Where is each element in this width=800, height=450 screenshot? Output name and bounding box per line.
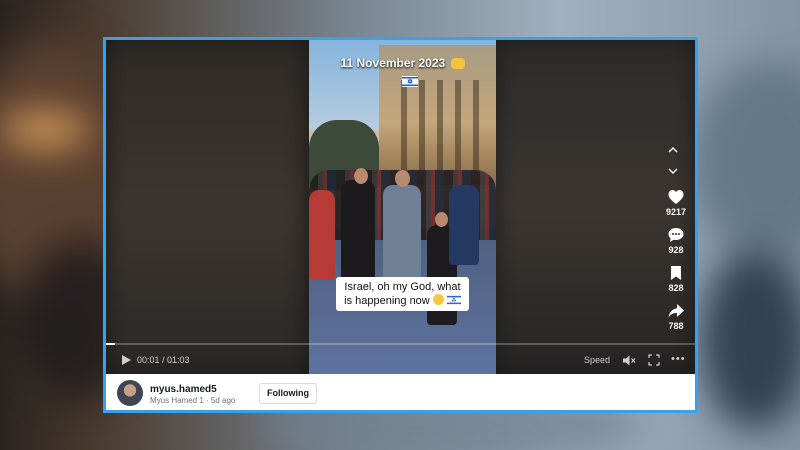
- like-button[interactable]: 9217: [661, 188, 691, 217]
- share-icon: [668, 304, 684, 318]
- heart-icon: [668, 190, 684, 204]
- date-text: 11 November 2023: [340, 56, 446, 70]
- video-caption: Israel, oh my God, what is happening now: [336, 277, 469, 311]
- screaming-face-emoji-icon: [432, 294, 444, 305]
- speed-button[interactable]: Speed: [584, 355, 610, 365]
- chevron-down-icon: [668, 168, 678, 174]
- video-area[interactable]: 11 November 2023 Israel, oh my God, what…: [106, 40, 695, 374]
- following-button[interactable]: Following: [259, 383, 317, 404]
- comment-button[interactable]: 928: [661, 226, 691, 255]
- share-button[interactable]: 788: [661, 302, 691, 331]
- avatar[interactable]: [117, 380, 143, 406]
- bookmark-icon: [671, 266, 681, 280]
- username[interactable]: myus.hamed5: [150, 384, 217, 395]
- israel-flag-icon: [402, 76, 418, 87]
- player-controls: 00:01 / 01:03 Speed •••: [106, 350, 695, 372]
- caption-line-1: Israel, oh my God, what: [344, 281, 461, 293]
- progress-bar[interactable]: [106, 343, 695, 345]
- previous-video-button[interactable]: [661, 138, 685, 160]
- author-subline: Myus Hamed 1 · 5d ago: [150, 396, 236, 405]
- more-options-icon[interactable]: •••: [671, 354, 685, 366]
- share-count: 788: [668, 321, 684, 331]
- progress-fill: [106, 343, 116, 345]
- date-overlay: 11 November 2023: [309, 56, 496, 70]
- fullscreen-icon[interactable]: [648, 354, 660, 366]
- video-blur-left: [106, 40, 306, 374]
- video-player-card: 11 November 2023 Israel, oh my God, what…: [103, 37, 698, 413]
- time-display: 00:01 / 01:03: [137, 355, 190, 365]
- video-clip[interactable]: 11 November 2023 Israel, oh my God, what…: [309, 40, 496, 374]
- bookmark-button[interactable]: 828: [661, 264, 691, 293]
- comment-icon: [668, 228, 684, 242]
- author-bar: myus.hamed5 Myus Hamed 1 · 5d ago Follow…: [106, 374, 695, 410]
- bookmark-count: 828: [668, 283, 684, 293]
- chevron-up-icon: [668, 147, 678, 153]
- play-icon[interactable]: [120, 354, 132, 366]
- next-video-button[interactable]: [661, 160, 685, 182]
- mute-icon[interactable]: [622, 354, 636, 367]
- israel-flag-icon: [446, 295, 461, 305]
- like-count: 9217: [665, 207, 687, 217]
- caption-line-2: is happening now: [344, 295, 430, 307]
- comment-count: 928: [668, 245, 684, 255]
- clapping-hands-emoji-icon: [450, 58, 465, 70]
